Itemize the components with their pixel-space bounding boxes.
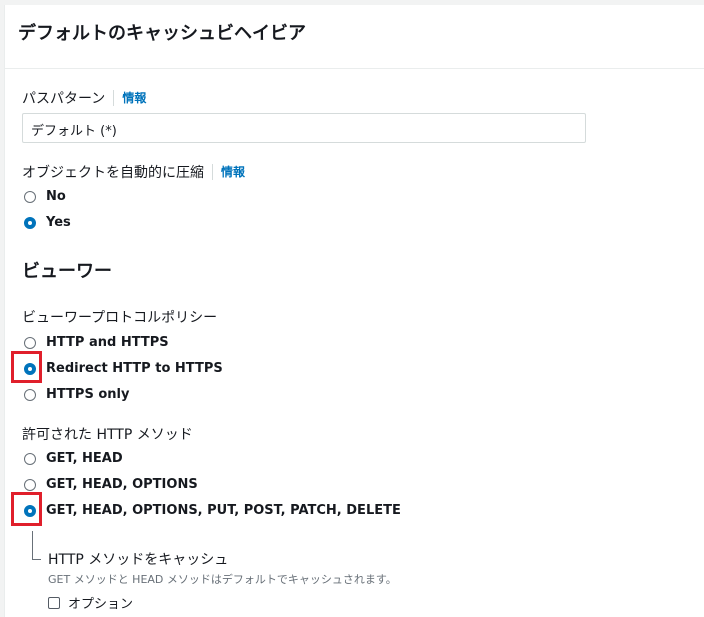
compress-option-yes-label: Yes (46, 215, 71, 230)
viewer-section-heading: ビューワー (22, 261, 112, 282)
methods-option-get-head-options-label: GET, HEAD, OPTIONS (46, 477, 198, 492)
compress-label: オブジェクトを自動的に圧縮 (22, 165, 204, 181)
cache-methods-checkbox-label: オプション (68, 597, 134, 612)
protocol-option-https-only-label: HTTPS only (46, 387, 130, 402)
radio-icon[interactable] (24, 388, 36, 401)
allowed-methods-label: 許可された HTTP メソッド (22, 427, 193, 443)
methods-option-all[interactable]: GET, HEAD, OPTIONS, PUT, POST, PATCH, DE… (24, 503, 401, 518)
allowed-methods-label-row: 許可された HTTP メソッド (22, 424, 193, 444)
panel-title: デフォルトのキャッシュビヘイビア (18, 23, 306, 44)
radio-icon[interactable] (24, 336, 36, 349)
methods-option-get-head-options[interactable]: GET, HEAD, OPTIONS (24, 477, 198, 492)
compress-option-yes[interactable]: Yes (24, 215, 71, 230)
path-pattern-info-link[interactable]: 情報 (113, 90, 146, 106)
compress-info-link[interactable]: 情報 (212, 164, 245, 180)
compress-option-no-label: No (46, 189, 66, 204)
path-pattern-label-row: パスパターン 情報 (22, 88, 146, 108)
radio-checked-icon[interactable] (24, 216, 36, 229)
protocol-option-https-only[interactable]: HTTPS only (24, 387, 129, 402)
protocol-policy-label-row: ビューワープロトコルポリシー (22, 307, 217, 327)
cache-methods-label: HTTP メソッドをキャッシュ (48, 552, 229, 568)
compress-option-no[interactable]: No (24, 189, 66, 204)
protocol-policy-label: ビューワープロトコルポリシー (22, 310, 218, 326)
methods-option-all-label: GET, HEAD, OPTIONS, PUT, POST, PATCH, DE… (46, 503, 401, 518)
protocol-option-http-https-label: HTTP and HTTPS (46, 335, 169, 350)
protocol-option-redirect[interactable]: Redirect HTTP to HTTPS (24, 361, 223, 376)
path-pattern-input[interactable]: デフォルト (*) (22, 113, 586, 143)
checkbox-icon[interactable] (48, 596, 60, 609)
highlight-redirect-radio (11, 351, 42, 383)
path-pattern-label: パスパターン (22, 91, 106, 107)
radio-icon[interactable] (24, 478, 36, 491)
tree-connector-vertical (32, 531, 33, 559)
protocol-option-http-https[interactable]: HTTP and HTTPS (24, 335, 169, 350)
radio-icon[interactable] (24, 452, 36, 465)
methods-option-get-head-label: GET, HEAD (46, 451, 123, 466)
methods-option-get-head[interactable]: GET, HEAD (24, 451, 123, 466)
highlight-all-methods-radio (11, 492, 42, 526)
compress-label-row: オブジェクトを自動的に圧縮 情報 (22, 162, 245, 182)
cache-methods-checkbox-row[interactable]: オプション (48, 593, 133, 612)
tree-connector-horizontal (32, 559, 41, 560)
radio-icon[interactable] (24, 190, 36, 203)
cache-methods-description: GET メソッドと HEAD メソッドはデフォルトでキャッシュされます。 (48, 573, 397, 586)
protocol-option-redirect-label: Redirect HTTP to HTTPS (46, 361, 223, 376)
